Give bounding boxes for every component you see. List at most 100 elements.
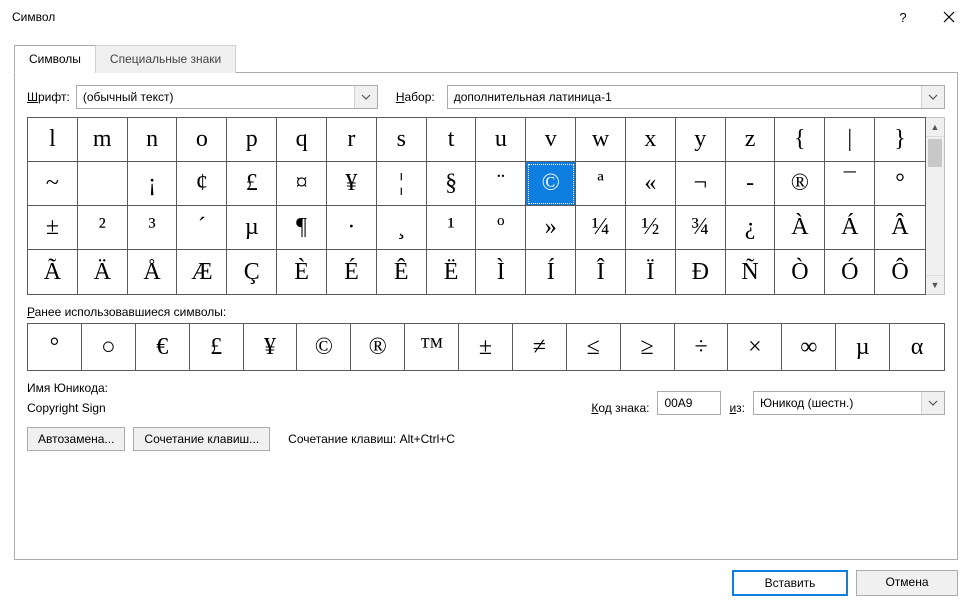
symbol-cell[interactable]: Å: [128, 250, 178, 294]
symbol-cell[interactable]: ¦: [377, 162, 427, 206]
symbol-cell[interactable]: §: [427, 162, 477, 206]
symbol-cell[interactable]: Ï: [626, 250, 676, 294]
symbol-cell[interactable]: Ì: [476, 250, 526, 294]
symbol-cell[interactable]: y: [676, 118, 726, 162]
symbol-cell[interactable]: Â: [875, 206, 925, 250]
symbol-cell[interactable]: v: [526, 118, 576, 162]
symbol-cell[interactable]: ¶: [277, 206, 327, 250]
symbol-cell[interactable]: w: [576, 118, 626, 162]
recent-symbol-cell[interactable]: €: [136, 324, 190, 370]
symbol-cell[interactable]: Ð: [676, 250, 726, 294]
symbol-cell[interactable]: ®: [775, 162, 825, 206]
symbol-cell[interactable]: ©: [526, 162, 576, 206]
symbol-cell[interactable]: ´: [177, 206, 227, 250]
symbol-cell[interactable]: Ã: [28, 250, 78, 294]
symbol-cell[interactable]: Á: [825, 206, 875, 250]
scroll-down-icon[interactable]: ▼: [926, 275, 944, 294]
font-select[interactable]: (обычный текст): [76, 85, 378, 109]
symbol-cell[interactable]: u: [476, 118, 526, 162]
symbol-cell[interactable]: ¡: [128, 162, 178, 206]
close-button[interactable]: [926, 0, 972, 34]
symbol-cell[interactable]: Ñ: [726, 250, 776, 294]
grid-scrollbar[interactable]: ▲ ▼: [926, 117, 945, 295]
symbol-cell[interactable]: Î: [576, 250, 626, 294]
symbol-cell[interactable]: ¢: [177, 162, 227, 206]
recent-symbol-cell[interactable]: °: [28, 324, 82, 370]
symbol-cell[interactable]: Ô: [875, 250, 925, 294]
symbol-cell[interactable]: È: [277, 250, 327, 294]
tab-special[interactable]: Специальные знаки: [95, 45, 236, 73]
recent-symbol-cell[interactable]: ≠: [513, 324, 567, 370]
symbol-cell[interactable]: [78, 162, 128, 206]
recent-symbol-cell[interactable]: ©: [297, 324, 351, 370]
symbol-cell[interactable]: £: [227, 162, 277, 206]
symbol-cell[interactable]: x: [626, 118, 676, 162]
recent-symbol-cell[interactable]: ™: [405, 324, 459, 370]
symbol-cell[interactable]: s: [377, 118, 427, 162]
scroll-thumb[interactable]: [928, 139, 942, 167]
recent-symbol-cell[interactable]: ¥: [244, 324, 298, 370]
scroll-up-icon[interactable]: ▲: [926, 118, 944, 137]
symbol-cell[interactable]: º: [476, 206, 526, 250]
symbol-cell[interactable]: ²: [78, 206, 128, 250]
symbol-cell[interactable]: ·: [327, 206, 377, 250]
symbol-cell[interactable]: ¹: [427, 206, 477, 250]
insert-button[interactable]: Вставить: [732, 570, 848, 596]
symbol-cell[interactable]: °: [875, 162, 925, 206]
symbol-cell[interactable]: q: [277, 118, 327, 162]
from-select[interactable]: Юникод (шестн.): [753, 391, 945, 415]
symbol-cell[interactable]: »: [526, 206, 576, 250]
symbol-cell[interactable]: É: [327, 250, 377, 294]
symbol-cell[interactable]: ¬: [676, 162, 726, 206]
recent-symbol-cell[interactable]: £: [190, 324, 244, 370]
symbol-cell[interactable]: -: [726, 162, 776, 206]
symbol-cell[interactable]: Ê: [377, 250, 427, 294]
char-code-input[interactable]: 00A9: [657, 391, 721, 415]
symbol-cell[interactable]: ¾: [676, 206, 726, 250]
symbol-cell[interactable]: m: [78, 118, 128, 162]
recent-symbol-cell[interactable]: ×: [728, 324, 782, 370]
recent-symbol-cell[interactable]: ÷: [675, 324, 729, 370]
shortcut-key-button[interactable]: Сочетание клавиш...: [133, 427, 270, 451]
autocorrect-button[interactable]: Автозамена...: [27, 427, 125, 451]
tab-symbols[interactable]: Символы: [14, 45, 96, 73]
symbol-cell[interactable]: l: [28, 118, 78, 162]
recent-symbol-cell[interactable]: ®: [351, 324, 405, 370]
recent-symbol-cell[interactable]: ±: [459, 324, 513, 370]
symbol-cell[interactable]: µ: [227, 206, 277, 250]
symbol-cell[interactable]: Ç: [227, 250, 277, 294]
recent-symbol-cell[interactable]: ∞: [782, 324, 836, 370]
symbol-cell[interactable]: r: [327, 118, 377, 162]
symbol-cell[interactable]: Æ: [177, 250, 227, 294]
help-button[interactable]: ?: [880, 0, 926, 34]
subset-select[interactable]: дополнительная латиница-1: [447, 85, 945, 109]
symbol-cell[interactable]: o: [177, 118, 227, 162]
symbol-cell[interactable]: ¼: [576, 206, 626, 250]
symbol-cell[interactable]: ¸: [377, 206, 427, 250]
symbol-cell[interactable]: ³: [128, 206, 178, 250]
symbol-cell[interactable]: ¥: [327, 162, 377, 206]
symbol-cell[interactable]: n: [128, 118, 178, 162]
symbol-cell[interactable]: ª: [576, 162, 626, 206]
symbol-cell[interactable]: ¤: [277, 162, 327, 206]
symbol-cell[interactable]: ¯: [825, 162, 875, 206]
recent-symbol-cell[interactable]: µ: [836, 324, 890, 370]
symbol-cell[interactable]: Ä: [78, 250, 128, 294]
symbol-cell[interactable]: ½: [626, 206, 676, 250]
symbol-cell[interactable]: p: [227, 118, 277, 162]
symbol-cell[interactable]: ¨: [476, 162, 526, 206]
symbol-cell[interactable]: ±: [28, 206, 78, 250]
recent-symbol-cell[interactable]: α: [890, 324, 944, 370]
symbol-cell[interactable]: t: [427, 118, 477, 162]
symbol-cell[interactable]: }: [875, 118, 925, 162]
symbol-cell[interactable]: ¿: [726, 206, 776, 250]
recent-symbol-cell[interactable]: ○: [82, 324, 136, 370]
symbol-cell[interactable]: À: [775, 206, 825, 250]
symbol-cell[interactable]: |: [825, 118, 875, 162]
symbol-cell[interactable]: Ò: [775, 250, 825, 294]
symbol-cell[interactable]: ~: [28, 162, 78, 206]
cancel-button[interactable]: Отмена: [856, 570, 958, 596]
recent-symbol-cell[interactable]: ≤: [567, 324, 621, 370]
symbol-cell[interactable]: Ó: [825, 250, 875, 294]
symbol-cell[interactable]: «: [626, 162, 676, 206]
